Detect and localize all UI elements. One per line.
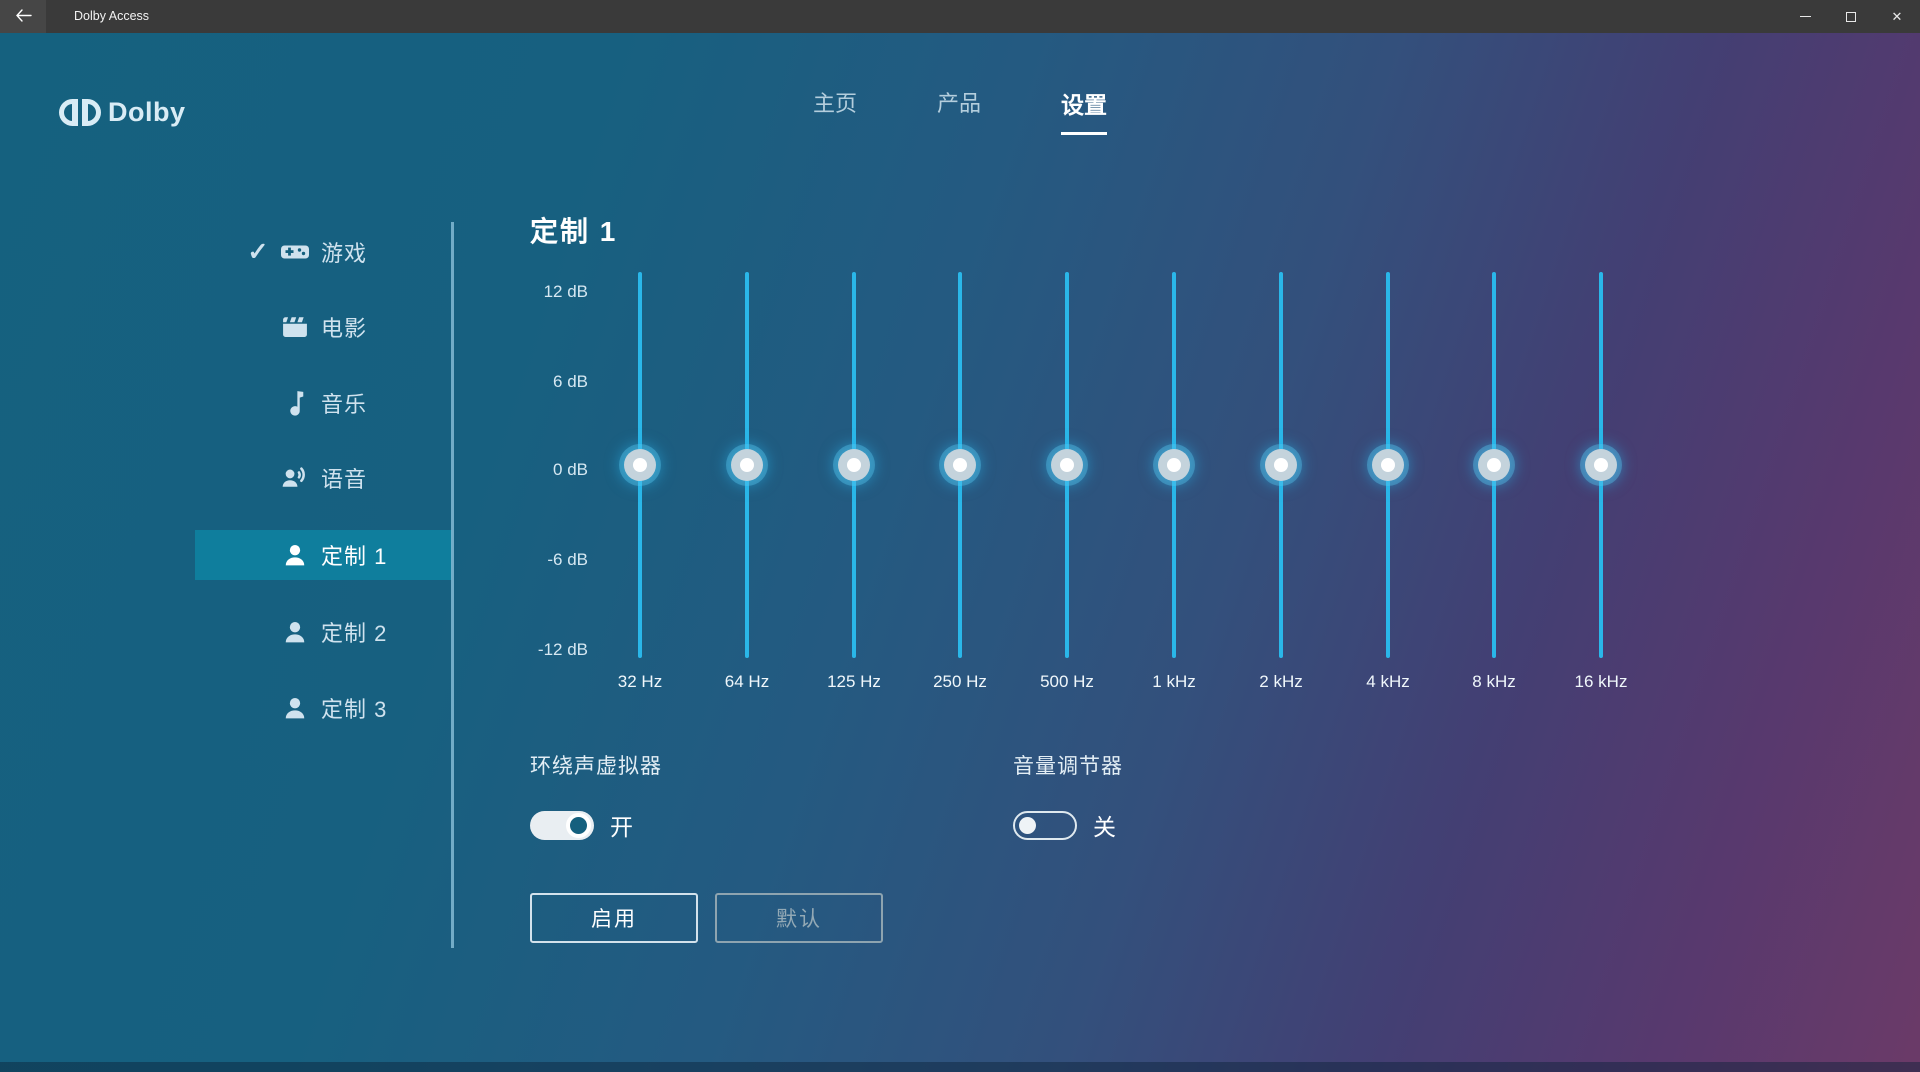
toggle-knob [566, 813, 591, 838]
volume-leveler-section: 音量调节器 关 [1013, 750, 1123, 842]
eq-slider-thumb[interactable] [1372, 449, 1404, 481]
eq-band-250-Hz: 250 Hz [900, 272, 1020, 712]
eq-frequency-label: 250 Hz [900, 672, 1020, 692]
sidebar-item-custom3[interactable]: ✓定制 3 [195, 683, 452, 733]
minimize-icon [1800, 16, 1811, 17]
minimize-button[interactable] [1782, 0, 1828, 33]
eq-thumb-dot [847, 458, 861, 472]
person-icon [275, 543, 315, 567]
db-scale-label: -12 dB [468, 640, 588, 660]
db-scale-label: 12 dB [468, 282, 588, 302]
eq-frequency-label: 500 Hz [1007, 672, 1127, 692]
db-scale-label: 6 dB [468, 372, 588, 392]
eq-thumb-dot [1594, 458, 1608, 472]
sidebar-item-label: 电影 [321, 311, 367, 343]
tab-主页[interactable]: 主页 [813, 86, 857, 130]
voice-icon [275, 467, 315, 489]
eq-slider-thumb[interactable] [1585, 449, 1617, 481]
sidebar-item-custom2[interactable]: ✓定制 2 [195, 607, 452, 657]
toggle-state-label: 开 [610, 808, 633, 842]
sidebar-item-label: 游戏 [321, 236, 367, 268]
back-arrow-icon [15, 9, 32, 25]
default-button[interactable]: 默认 [715, 893, 883, 943]
eq-band-16-kHz: 16 kHz [1541, 272, 1661, 712]
person-icon [275, 696, 315, 720]
title-bar: Dolby Access ✕ [0, 0, 1920, 33]
maximize-button[interactable] [1828, 0, 1874, 33]
top-nav: 主页 产品 设置 [0, 86, 1920, 135]
eq-thumb-dot [1487, 458, 1501, 472]
toggle-knob [1019, 817, 1036, 834]
bottom-strip [0, 1062, 1920, 1072]
eq-slider-thumb[interactable] [731, 449, 763, 481]
eq-frequency-label: 32 Hz [580, 672, 700, 692]
toggle-state-label: 关 [1093, 808, 1116, 842]
eq-slider-thumb[interactable] [1158, 449, 1190, 481]
app-window: Dolby Access ✕ Dolby 主页产品设置 ✓游戏✓电影✓音乐✓语音… [0, 0, 1920, 1072]
eq-frequency-label: 125 Hz [794, 672, 914, 692]
movie-icon [275, 316, 315, 338]
eq-frequency-label: 4 kHz [1328, 672, 1448, 692]
eq-frequency-label: 1 kHz [1114, 672, 1234, 692]
sidebar-item-label: 定制 3 [321, 692, 387, 724]
eq-thumb-dot [633, 458, 647, 472]
eq-slider-thumb[interactable] [944, 449, 976, 481]
eq-thumb-dot [1167, 458, 1181, 472]
sidebar-item-label: 定制 2 [321, 616, 387, 648]
eq-band-4-kHz: 4 kHz [1328, 272, 1448, 712]
eq-thumb-dot [953, 458, 967, 472]
eq-slider-thumb[interactable] [1478, 449, 1510, 481]
db-scale-label: 0 dB [468, 460, 588, 480]
surround-virtualizer-toggle[interactable] [530, 811, 594, 840]
eq-frequency-label: 2 kHz [1221, 672, 1341, 692]
gamepad-icon [275, 242, 315, 262]
eq-frequency-label: 16 kHz [1541, 672, 1661, 692]
eq-band-2-kHz: 2 kHz [1221, 272, 1341, 712]
eq-band-32-Hz: 32 Hz [580, 272, 700, 712]
sidebar-item-movie[interactable]: ✓电影 [195, 302, 452, 352]
eq-thumb-dot [1060, 458, 1074, 472]
eq-band-1-kHz: 1 kHz [1114, 272, 1234, 712]
sidebar-item-label: 语音 [321, 462, 367, 494]
eq-thumb-dot [1381, 458, 1395, 472]
sidebar-item-label: 定制 1 [321, 539, 387, 571]
tab-设置[interactable]: 设置 [1061, 86, 1107, 135]
sidebar-item-voice[interactable]: ✓语音 [195, 453, 452, 503]
eq-frequency-label: 8 kHz [1434, 672, 1554, 692]
music-icon [275, 390, 315, 416]
eq-thumb-dot [740, 458, 754, 472]
sidebar-item-label: 音乐 [321, 387, 367, 419]
eq-slider-thumb[interactable] [624, 449, 656, 481]
eq-frequency-label: 64 Hz [687, 672, 807, 692]
surround-virtualizer-section: 环绕声虚拟器 开 [530, 750, 662, 842]
apply-button[interactable]: 启用 [530, 893, 698, 943]
tab-产品[interactable]: 产品 [937, 86, 981, 130]
volume-leveler-toggle[interactable] [1013, 811, 1077, 840]
sidebar-item-custom1[interactable]: ✓定制 1 [195, 530, 452, 580]
sidebar-item-game[interactable]: ✓ 游戏 [195, 227, 452, 277]
equalizer-title: 定制 1 [530, 210, 617, 250]
eq-thumb-dot [1274, 458, 1288, 472]
eq-band-125-Hz: 125 Hz [794, 272, 914, 712]
person-icon [275, 620, 315, 644]
sidebar-item-music[interactable]: ✓音乐 [195, 378, 452, 428]
maximize-icon [1846, 12, 1856, 22]
window-title: Dolby Access [74, 0, 149, 33]
close-button[interactable]: ✕ [1874, 0, 1920, 33]
close-icon: ✕ [1892, 10, 1903, 23]
eq-band-64-Hz: 64 Hz [687, 272, 807, 712]
back-button[interactable] [0, 0, 46, 33]
sidebar-divider [451, 222, 454, 948]
eq-band-8-kHz: 8 kHz [1434, 272, 1554, 712]
db-scale-label: -6 dB [468, 550, 588, 570]
eq-band-500-Hz: 500 Hz [1007, 272, 1127, 712]
check-icon: ✓ [241, 237, 275, 267]
toggle-label: 音量调节器 [1013, 750, 1123, 780]
eq-slider-thumb[interactable] [838, 449, 870, 481]
toggle-label: 环绕声虚拟器 [530, 750, 662, 780]
eq-slider-thumb[interactable] [1265, 449, 1297, 481]
eq-slider-thumb[interactable] [1051, 449, 1083, 481]
